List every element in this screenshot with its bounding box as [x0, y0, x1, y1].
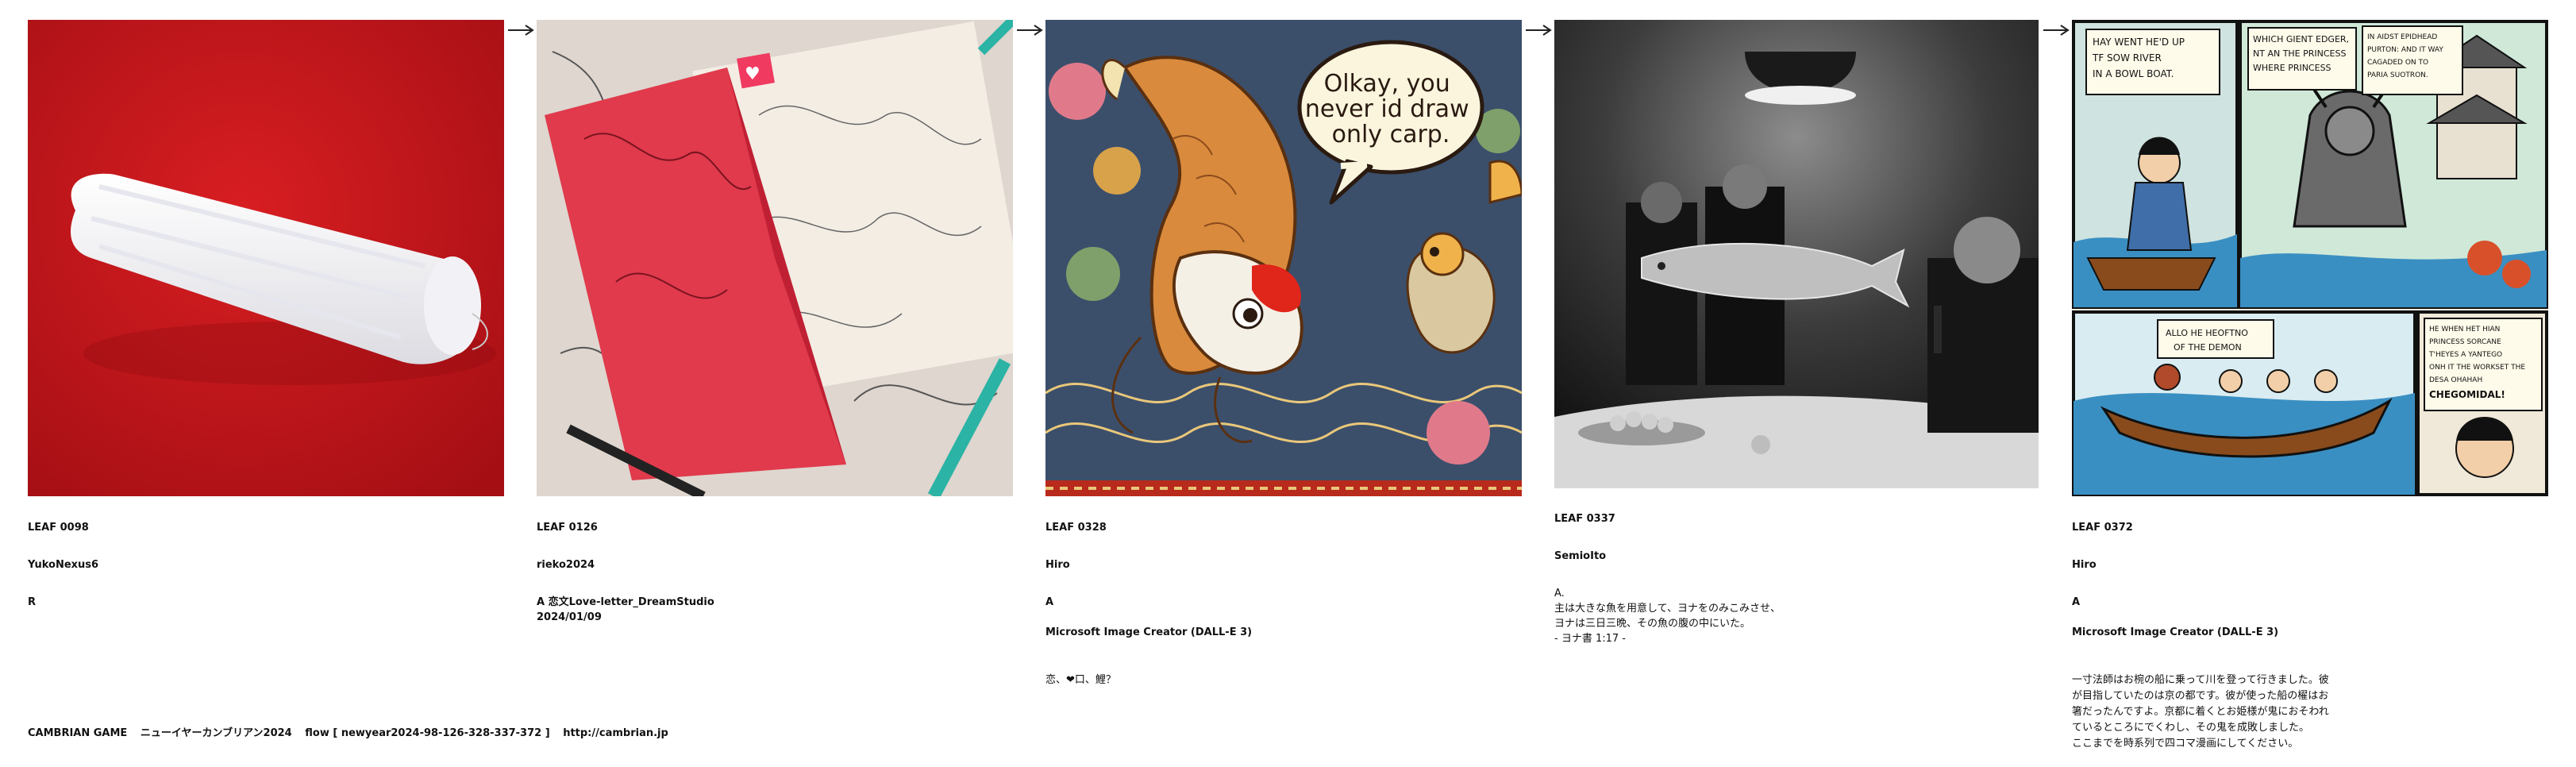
footer: CAMBRIAN GAME ニューイヤーカンブリアン2024 flow [ ne…	[28, 724, 678, 739]
tool-name: Microsoft Image Creator (DALL-E 3)	[1045, 626, 1253, 638]
bubble-line-2: never id draw	[1305, 95, 1469, 123]
leaf-number: LEAF 0337	[1554, 513, 1615, 525]
author-name[interactable]: rieko2024	[537, 557, 1013, 572]
svg-text:♥: ♥	[745, 64, 760, 84]
description: A. 主は大きな魚を用意して、ヨナをのみこみさせ、 ヨナは三日三晩、その魚の腹の…	[1554, 588, 1781, 645]
arrow-right-icon	[1017, 25, 1043, 36]
author-name[interactable]: SemioIto	[1554, 549, 2039, 564]
bubble-line-3: only carp.	[1332, 121, 1450, 148]
author-name[interactable]: Hiro	[1045, 557, 1522, 572]
description: R	[28, 596, 37, 608]
leaf-image-love-letter[interactable]: ♥	[537, 20, 1013, 496]
footer-game: CAMBRIAN GAME	[28, 727, 128, 739]
leaf-number: LEAF 0098	[28, 522, 89, 534]
description: A	[2072, 596, 2081, 608]
footer-url-link[interactable]: http://cambrian.jp	[563, 727, 668, 739]
leaf-image-koi[interactable]: Olkay, you never id draw only carp.	[1045, 20, 1522, 496]
author-name[interactable]: Hiro	[2072, 557, 2548, 572]
author-name[interactable]: YukoNexus6	[28, 557, 504, 572]
leaf-number: LEAF 0372	[2072, 522, 2133, 534]
footer-title: ニューイヤーカンブリアン2024	[140, 727, 292, 739]
leaf-number: LEAF 0328	[1045, 522, 1107, 534]
footer-flow: flow [ newyear2024-98-126-328-337-372 ]	[305, 727, 550, 739]
arrow-right-icon	[508, 25, 534, 36]
description: A 恋文Love-letter_DreamStudio 2024/01/09	[537, 596, 714, 623]
leaf-image-manga[interactable]: HAY WENT HE'D UP TF SOW RIVER IN A BOWL …	[2072, 20, 2548, 496]
description: A	[1045, 596, 1054, 608]
note-text: 恋、❤口、鯉？	[1045, 674, 1116, 686]
leaf-number: LEAF 0126	[537, 522, 598, 534]
arrow-right-icon	[2043, 25, 2070, 36]
tool-name: Microsoft Image Creator (DALL-E 3)	[2072, 626, 2279, 638]
leaf-image-fish-photo[interactable]	[1554, 20, 2039, 488]
leaf-image-towel[interactable]	[28, 20, 504, 496]
bubble-line-1: Olkay, you	[1324, 70, 1450, 98]
note-text: 一寸法師はお椀の船に乗って川を登って行きました。彼 が目指していたのは京の都です…	[2072, 674, 2329, 750]
arrow-right-icon	[1526, 25, 1552, 36]
